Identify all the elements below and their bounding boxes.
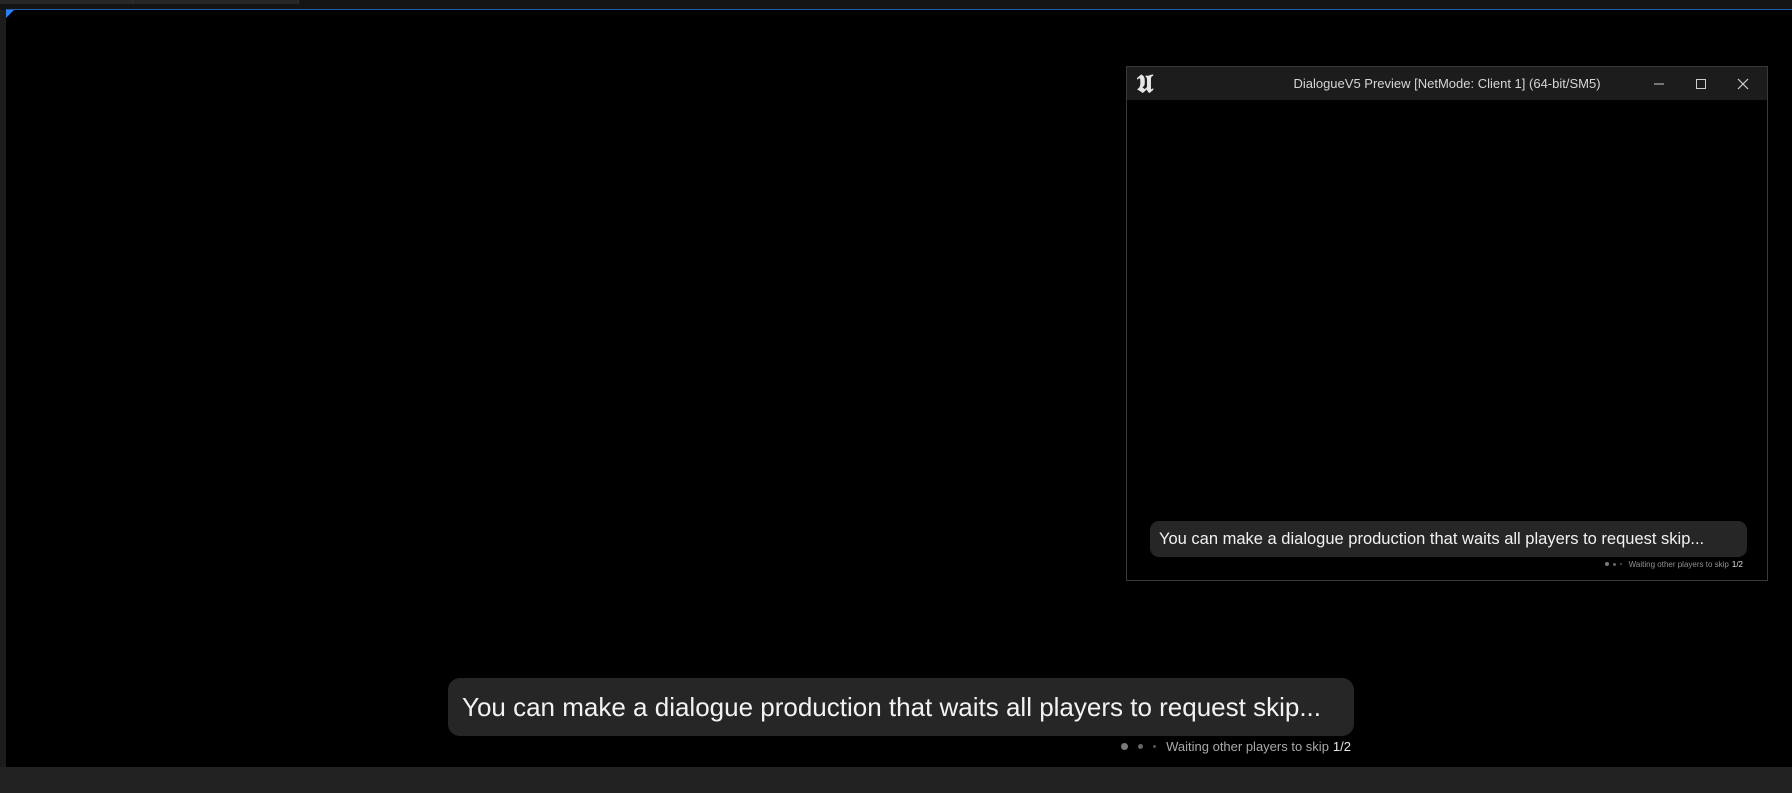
progress-dot-icon <box>1138 743 1144 749</box>
progress-dot-icon <box>1153 744 1157 748</box>
close-icon <box>1737 78 1749 89</box>
minimize-button[interactable] <box>1638 67 1680 100</box>
maximize-icon <box>1696 78 1706 89</box>
skip-count: 1/2 <box>1332 738 1351 754</box>
dialogue-text: You can make a dialogue production that … <box>462 691 1321 722</box>
progress-dot-icon <box>1604 562 1609 566</box>
preview-skip-count: 1/2 <box>1731 559 1743 569</box>
preview-title-bar[interactable]: 𝖀 DialogueV5 Preview [NetMode: Client 1]… <box>1127 67 1767 100</box>
progress-dot-icon <box>1612 562 1616 566</box>
unreal-engine-logo-icon: 𝖀 <box>1136 69 1154 98</box>
editor-bottom-bar <box>0 767 1792 793</box>
progress-dot-icon <box>1619 563 1622 565</box>
progress-dot-icon <box>1121 742 1129 750</box>
preview-window[interactable]: 𝖀 DialogueV5 Preview [NetMode: Client 1]… <box>1126 66 1768 581</box>
preview-skip-status-text: Waiting other players to skip <box>1628 559 1729 569</box>
maximize-button[interactable] <box>1680 67 1722 100</box>
viewport-corner-marker <box>6 10 14 18</box>
skip-status-text: Waiting other players to skip <box>1166 738 1329 754</box>
close-button[interactable] <box>1722 67 1764 100</box>
skip-status: Waiting other players to skip 1/2 <box>1121 737 1351 755</box>
preview-dialogue-text: You can make a dialogue production that … <box>1159 529 1705 548</box>
dialogue-box: You can make a dialogue production that … <box>448 678 1354 736</box>
editor-tab[interactable] <box>133 0 299 4</box>
editor-tab[interactable] <box>0 0 133 4</box>
minimize-icon <box>1654 83 1664 84</box>
preview-skip-status: Waiting other players to skip 1/2 <box>1604 558 1743 570</box>
preview-dialogue-box: You can make a dialogue production that … <box>1150 521 1747 557</box>
